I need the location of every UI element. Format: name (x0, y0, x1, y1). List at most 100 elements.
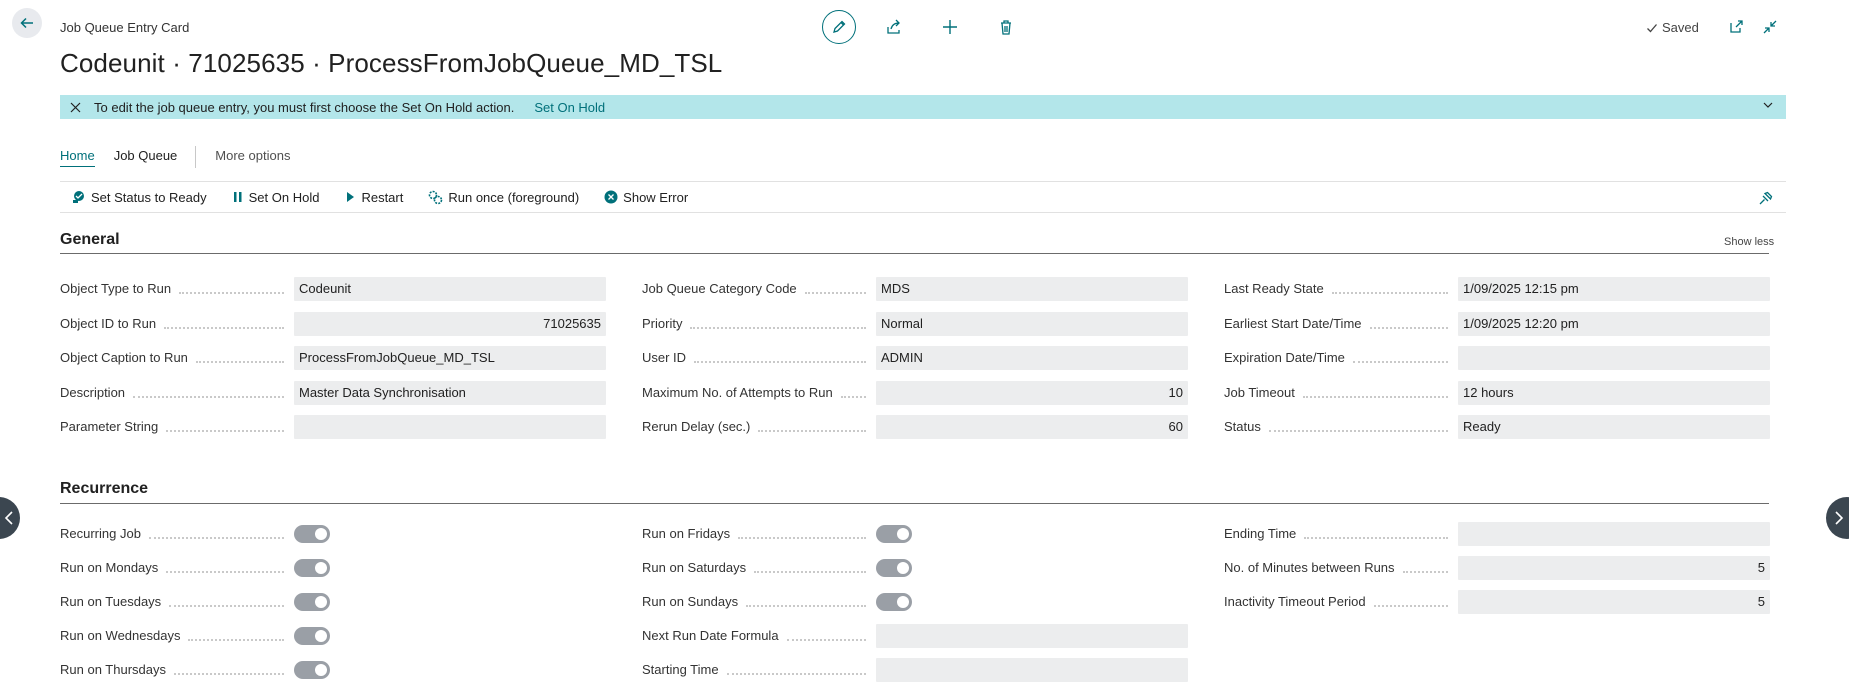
run-on-saturdays-leader (754, 571, 866, 573)
earliest-start-date-time-field[interactable]: 1/09/2025 12:20 pm (1458, 311, 1770, 336)
next-run-date-formula-leader (787, 639, 866, 641)
object-id-to-run-field[interactable]: 71025635 (294, 311, 606, 336)
inactivity-timeout-period-field[interactable]: 5 (1458, 590, 1770, 614)
expiration-date-time-field[interactable] (1458, 346, 1770, 370)
status-field[interactable]: Ready (1458, 415, 1770, 439)
restart-button[interactable]: Restart (344, 190, 403, 205)
ending-time-label: Ending Time (1224, 526, 1297, 541)
status-label: Status (1224, 419, 1261, 434)
no-of-minutes-between-runs-field[interactable]: 5 (1458, 556, 1770, 580)
description-label: Description (60, 384, 126, 400)
job-timeout-label: Job Timeout (1224, 384, 1295, 400)
run-on-sundays-leader (746, 605, 866, 607)
show-less-link[interactable]: Show less (1724, 236, 1774, 248)
status-ready-icon (73, 191, 84, 203)
run-on-tuesdays-label: Run on Tuesdays (60, 594, 162, 609)
run-once-button[interactable]: Run once (foreground) (428, 190, 579, 205)
rerun-delay-sec-label: Rerun Delay (sec.) (642, 419, 751, 434)
next-record-button[interactable] (1826, 497, 1849, 539)
ending-time-field[interactable] (1458, 522, 1770, 546)
user-id-field[interactable]: ADMIN (876, 346, 1188, 370)
set-on-hold-button[interactable]: Set On Hold (232, 190, 319, 205)
inactivity-timeout-period-label: Inactivity Timeout Period (1224, 594, 1366, 609)
dismiss-banner-button[interactable] (60, 102, 90, 113)
recurring-job-leader (149, 537, 284, 539)
collapse-button[interactable] (1758, 15, 1782, 39)
run-on-wednesdays-leader (188, 639, 284, 641)
saved-indicator: Saved (1646, 20, 1699, 35)
next-run-date-formula-field[interactable] (876, 624, 1188, 648)
set-status-ready-button[interactable]: Set Status to Ready (72, 190, 207, 205)
edit-button[interactable] (822, 10, 856, 44)
recurring-job-toggle[interactable] (294, 525, 330, 543)
next-run-date-formula-label: Next Run Date Formula (642, 628, 779, 643)
pin-action-bar-button[interactable] (1758, 190, 1774, 209)
run-on-saturdays-toggle[interactable] (876, 559, 912, 577)
chevron-left-icon (4, 511, 13, 525)
expand-banner-button[interactable] (1762, 99, 1774, 114)
last-ready-state-field[interactable]: 1/09/2025 12:15 pm (1458, 277, 1770, 301)
no-of-minutes-between-runs-label: No. of Minutes between Runs (1224, 560, 1395, 575)
set-status-ready-label: Set Status to Ready (91, 189, 207, 205)
run-on-fridays-toggle[interactable] (876, 525, 912, 543)
parameter-string-leader (166, 430, 284, 432)
chevron-right-icon (1835, 511, 1844, 525)
recurrence-section-title[interactable]: Recurrence (60, 480, 148, 498)
tab-more-options[interactable]: More options (215, 148, 290, 166)
play-icon (347, 192, 355, 202)
maximum-no-of-attempts-to-run-field[interactable]: 10 (876, 380, 1188, 405)
object-caption-to-run-field[interactable]: ProcessFromJobQueue_MD_TSL (294, 346, 606, 370)
run-on-thursdays-toggle[interactable] (294, 661, 330, 679)
object-type-to-run-leader (179, 292, 284, 294)
parameter-string-field[interactable] (294, 415, 606, 439)
run-on-fridays-label: Run on Fridays (642, 526, 731, 541)
description-field[interactable]: Master Data Synchronisation (294, 380, 606, 405)
action-bar: Set Status to Ready Set On Hold Restart … (60, 181, 1786, 213)
run-on-thursdays-leader (174, 673, 284, 675)
back-button[interactable] (12, 8, 42, 38)
run-on-tuesdays-toggle[interactable] (294, 593, 330, 611)
delete-button[interactable] (994, 15, 1018, 39)
restart-label: Restart (361, 189, 404, 205)
tab-home[interactable]: Home (60, 148, 95, 167)
run-on-wednesdays-toggle[interactable] (294, 627, 330, 645)
banner-set-on-hold-link[interactable]: Set On Hold (534, 100, 605, 115)
new-button[interactable] (938, 15, 962, 39)
job-timeout-field[interactable]: 12 hours (1458, 380, 1770, 405)
share-button[interactable] (882, 15, 906, 39)
run-on-mondays-label: Run on Mondays (60, 560, 159, 575)
maximum-no-of-attempts-to-run-leader (841, 395, 866, 398)
object-caption-to-run-label: Object Caption to Run (60, 350, 188, 365)
run-on-sundays-label: Run on Sundays (642, 594, 739, 609)
run-on-mondays-toggle[interactable] (294, 559, 330, 577)
run-on-sundays-toggle[interactable] (876, 593, 912, 611)
priority-field[interactable]: Normal (876, 311, 1188, 336)
open-new-window-button[interactable] (1724, 15, 1748, 39)
pin-icon (1759, 191, 1773, 205)
rerun-delay-sec-field[interactable]: 60 (876, 415, 1188, 439)
tab-divider (195, 146, 197, 168)
general-section-rule (60, 253, 1769, 254)
collapse-icon (1763, 20, 1777, 34)
starting-time-field[interactable] (876, 658, 1188, 682)
general-section-title[interactable]: General (60, 231, 120, 249)
starting-time-label: Starting Time (642, 662, 719, 677)
earliest-start-date-time-leader (1370, 326, 1448, 329)
show-error-button[interactable]: Show Error (604, 190, 688, 205)
priority-label: Priority (642, 315, 683, 331)
object-id-to-run-label: Object ID to Run (60, 315, 157, 331)
maximum-no-of-attempts-to-run-label: Maximum No. of Attempts to Run (642, 384, 833, 400)
job-queue-category-code-field[interactable]: MDS (876, 277, 1188, 301)
open-new-window-icon (1730, 20, 1743, 33)
object-type-to-run-field[interactable]: Codeunit (294, 277, 606, 301)
run-once-label: Run once (foreground) (448, 189, 580, 205)
page-caption: Job Queue Entry Card (60, 20, 190, 35)
page-title: Codeunit · 71025635 · ProcessFromJobQueu… (60, 48, 723, 78)
saved-label: Saved (1662, 20, 1699, 35)
job-queue-category-code-leader (805, 292, 866, 294)
tab-job-queue[interactable]: Job Queue (114, 148, 178, 166)
run-on-thursdays-label: Run on Thursdays (60, 662, 166, 677)
object-id-to-run-leader (164, 326, 284, 329)
previous-record-button[interactable] (0, 497, 20, 539)
arrow-left-icon (20, 17, 33, 29)
